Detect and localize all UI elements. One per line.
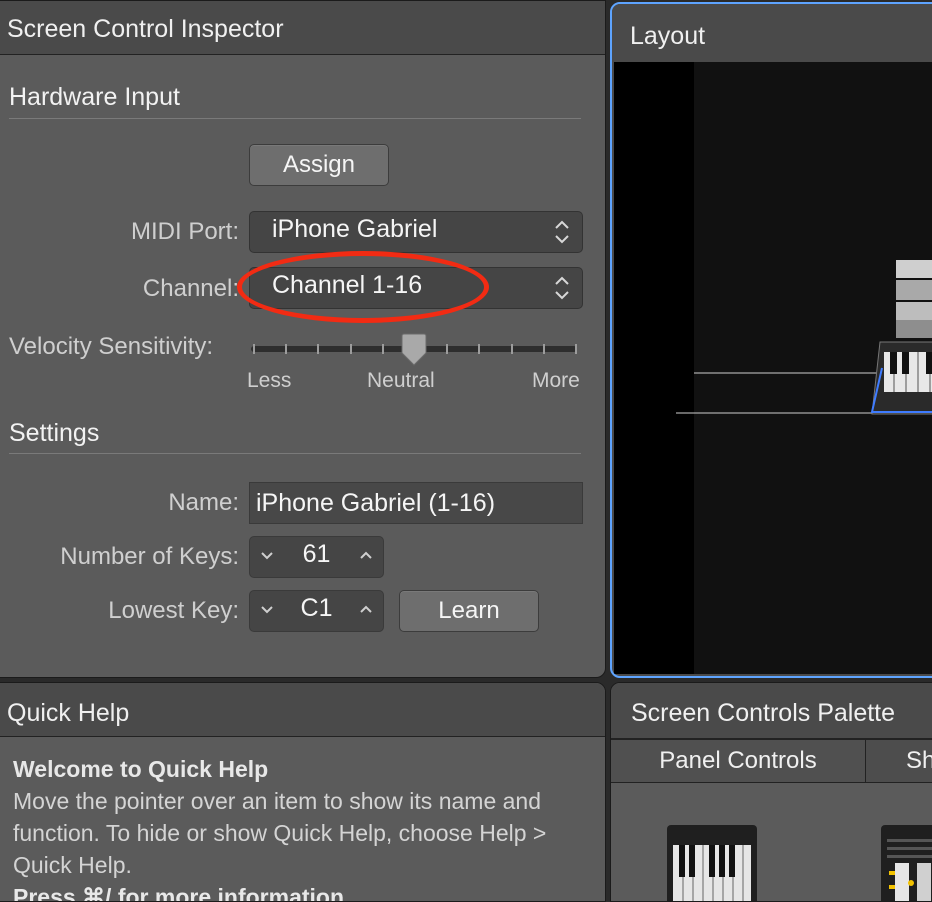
chevron-up-icon[interactable] xyxy=(358,547,374,565)
up-down-chevron-icon xyxy=(555,220,569,244)
slider-tick xyxy=(446,344,449,354)
number-of-keys-label: Number of Keys: xyxy=(60,543,239,570)
number-of-keys-stepper[interactable]: 61 xyxy=(249,536,384,578)
midi-port-value: iPhone Gabriel xyxy=(272,215,438,243)
slider-tick xyxy=(285,344,288,354)
tab-shortcut-controls[interactable]: Sh xyxy=(866,740,932,782)
settings-heading: Settings xyxy=(9,419,100,447)
settings-divider xyxy=(9,453,581,454)
quick-help-footer: Press ⌘/ for more information. xyxy=(13,884,351,902)
learn-button[interactable]: Learn xyxy=(399,590,539,632)
slider-tick xyxy=(478,344,481,354)
layout-panel: Layout xyxy=(610,2,932,678)
slider-thumb[interactable] xyxy=(399,333,429,367)
screen-control-inspector: Screen Control Inspector Hardware Input … xyxy=(0,0,606,678)
screen-controls-palette: Screen Controls Palette Panel Controls S… xyxy=(610,682,932,902)
lowest-key-label: Lowest Key: xyxy=(108,597,239,624)
quick-help-panel: Quick Help Welcome to Quick Help Move th… xyxy=(0,682,606,902)
hardware-input-heading: Hardware Input xyxy=(9,83,180,111)
keyboard-device-icon[interactable] xyxy=(614,62,932,678)
channel-label: Channel: xyxy=(142,275,239,302)
hardware-divider xyxy=(9,118,581,119)
inspector-header: Screen Control Inspector xyxy=(0,1,605,55)
layout-title: Layout xyxy=(630,22,706,50)
quick-help-title: Quick Help xyxy=(7,699,130,727)
assign-button[interactable]: Assign xyxy=(249,144,389,186)
up-down-chevron-icon xyxy=(555,276,569,300)
lowest-key-stepper[interactable]: C1 xyxy=(249,590,384,632)
velocity-less-label: Less xyxy=(247,369,292,392)
chevron-up-icon[interactable] xyxy=(358,601,374,619)
quick-help-text: Move the pointer over an item to show it… xyxy=(13,788,547,878)
quick-help-heading: Welcome to Quick Help xyxy=(13,756,269,782)
slider-tick xyxy=(575,344,577,354)
midi-port-popup[interactable]: iPhone Gabriel xyxy=(249,211,583,253)
slider-tick xyxy=(381,344,384,354)
quick-help-content: Welcome to Quick Help Move the pointer o… xyxy=(13,753,593,902)
name-field-value: iPhone Gabriel (1-16) xyxy=(256,489,496,517)
slider-tick xyxy=(253,344,255,354)
midi-port-label: MIDI Port: xyxy=(130,218,239,245)
slider-tick xyxy=(542,344,545,354)
palette-tab-bar: Panel Controls Sh xyxy=(611,739,932,783)
keyboard-control-icon[interactable] xyxy=(667,825,757,902)
velocity-neutral-label: Neutral xyxy=(367,369,435,392)
name-label: Name: xyxy=(168,489,239,516)
layout-header: Layout xyxy=(612,4,932,62)
slider-tick xyxy=(510,344,513,354)
tab-panel-controls[interactable]: Panel Controls xyxy=(611,740,866,782)
palette-header: Screen Controls Palette xyxy=(611,683,932,739)
velocity-more-label: More xyxy=(532,369,580,392)
slider-tick xyxy=(349,344,352,354)
slider-tick xyxy=(317,344,320,354)
velocity-sensitivity-label: Velocity Sensitivity: xyxy=(9,333,214,360)
red-highlight-circle xyxy=(237,251,489,323)
layout-canvas[interactable] xyxy=(614,62,932,674)
name-field[interactable]: iPhone Gabriel (1-16) xyxy=(249,482,583,524)
fader-control-icon[interactable] xyxy=(881,825,932,902)
inspector-title: Screen Control Inspector xyxy=(7,15,284,43)
palette-title: Screen Controls Palette xyxy=(631,699,896,727)
quick-help-header: Quick Help xyxy=(0,683,605,737)
